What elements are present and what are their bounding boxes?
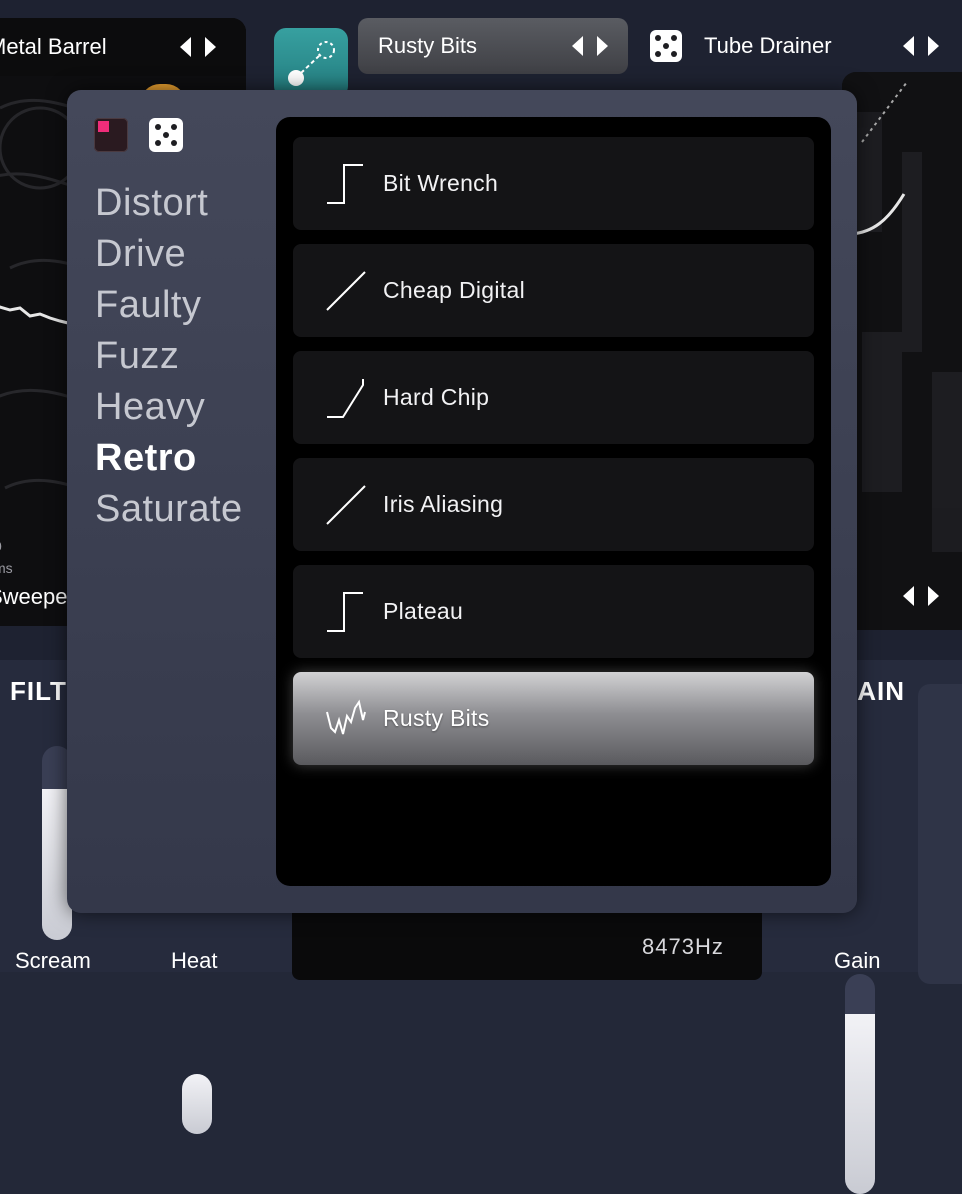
preset-label: Rusty Bits [383,705,490,731]
prev-arrow-icon[interactable] [572,36,583,56]
category-faulty[interactable]: Faulty [95,280,243,331]
left-slot-title: Metal Barrel [0,34,107,59]
category-list: Distort Drive Faulty Fuzz Heavy Retro Sa… [95,178,243,535]
small-unit-label: ms [0,560,13,576]
random-preset-dice-icon[interactable] [149,118,183,152]
right-slot-title: Tube Drainer [704,33,832,58]
color-swatch-button[interactable] [94,118,128,152]
preset-item-cheap-digital[interactable]: Cheap Digital [293,244,814,337]
category-saturate[interactable]: Saturate [95,484,243,535]
mode-label: Sweeper [0,584,75,609]
texture-image [842,72,962,630]
gain-label: Gain [834,948,881,973]
frequency-readout: 8473Hz [642,934,724,959]
right-module-panel [842,72,962,630]
preset-item-iris-aliasing[interactable]: Iris Aliasing [293,458,814,551]
preset-label: Iris Aliasing [383,491,504,517]
right-slot-arrows [903,36,939,56]
left-slot-arrows [180,37,216,57]
category-distort[interactable]: Distort [95,178,243,229]
preset-label: Bit Wrench [383,170,499,196]
gain-slider-fill [845,1013,875,1194]
randomize-dice-icon[interactable] [650,30,682,62]
next-arrow-icon[interactable] [205,37,216,57]
prev-arrow-icon[interactable] [180,37,191,57]
pink-square-icon [98,121,109,132]
node-link-icon [288,41,335,86]
linear-curve-icon [326,270,366,311]
clip-curve-icon [327,378,364,418]
preset-item-plateau[interactable]: Plateau [293,565,814,658]
next-arrow-icon[interactable] [928,586,939,606]
side-card [918,684,962,984]
gain-slider[interactable] [845,974,875,1194]
preset-item-hard-chip[interactable]: Hard Chip [293,351,814,444]
step-curve-icon [327,591,363,632]
center-slot-tab[interactable]: Rusty Bits [358,18,628,74]
preset-label: Hard Chip [383,384,490,410]
linear-curve-icon [326,484,366,525]
preset-item-rusty-bits[interactable]: Rusty Bits [293,672,814,765]
preset-item-bit-wrench[interactable]: Bit Wrench [293,137,814,230]
small-value-label: 0 [0,538,2,554]
right-panel-arrows [903,586,939,606]
preset-label: Plateau [383,598,464,624]
center-slot-title: Rusty Bits [378,33,478,58]
preset-label: Cheap Digital [383,277,525,303]
next-arrow-icon[interactable] [597,36,608,56]
next-arrow-icon[interactable] [928,36,939,56]
heat-slider-fill [182,1074,212,1134]
prev-arrow-icon[interactable] [903,586,914,606]
heat-label: Heat [171,948,218,973]
category-fuzz[interactable]: Fuzz [95,331,243,382]
heat-slider[interactable] [182,1074,212,1134]
wave-curve-icon [326,698,366,734]
scream-label: Scream [15,948,91,973]
category-retro[interactable]: Retro [95,433,243,484]
center-slot-arrows [572,36,608,56]
category-heavy[interactable]: Heavy [95,382,243,433]
step-curve-icon [327,163,363,204]
prev-arrow-icon[interactable] [903,36,914,56]
modulation-button[interactable] [274,28,348,98]
category-drive[interactable]: Drive [95,229,243,280]
